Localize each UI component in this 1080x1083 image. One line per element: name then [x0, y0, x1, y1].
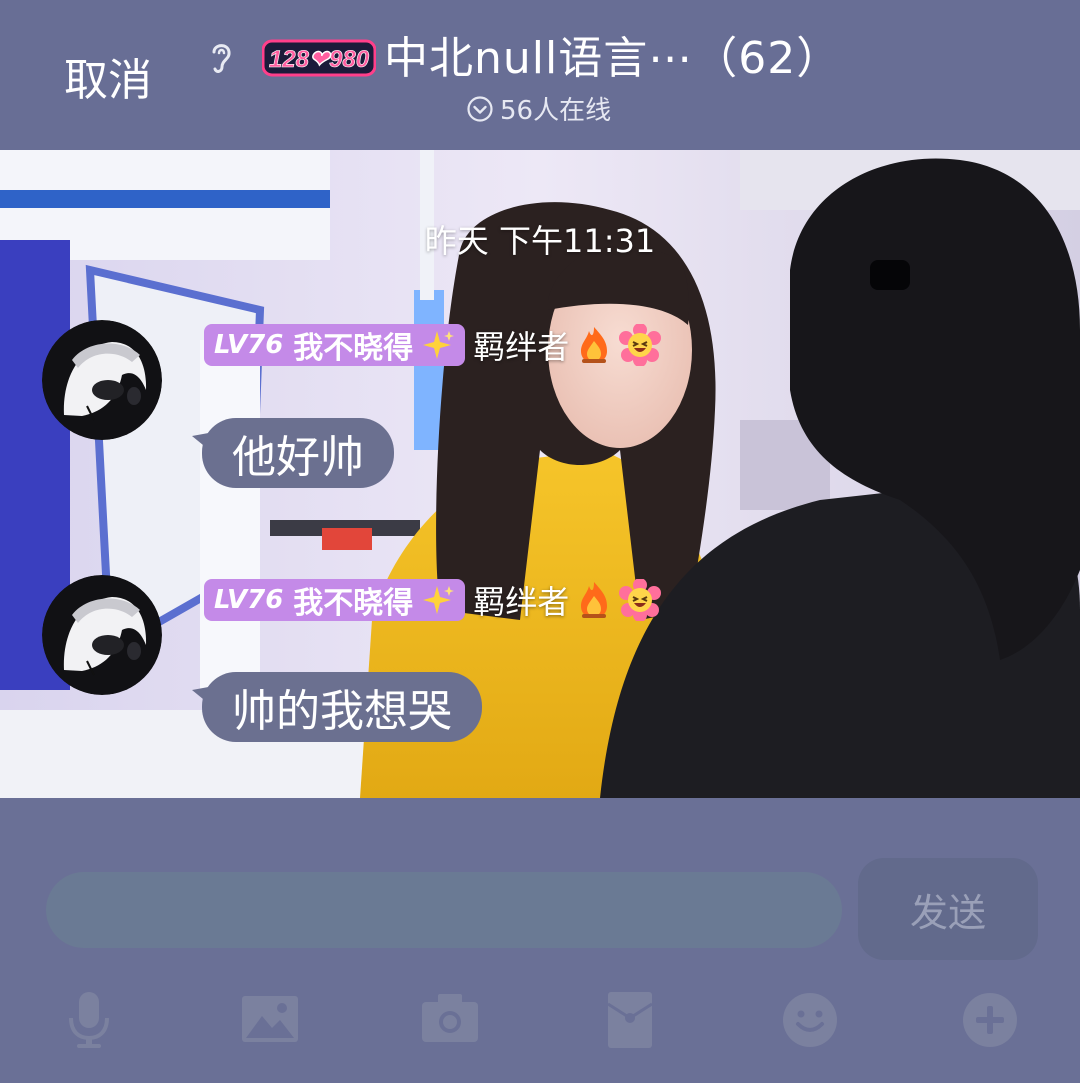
input-panel: 发送: [0, 798, 1080, 1083]
sender-avatar[interactable]: [42, 575, 162, 695]
member-title: 羁绊者: [473, 328, 570, 366]
camera-icon[interactable]: [420, 990, 480, 1050]
online-count: 56人在线: [500, 96, 612, 126]
message-timestamp: 昨天 下午11:31: [424, 222, 656, 260]
chat-message-area[interactable]: 昨天 下午11:31 LV76 我不晓得 羁绊者 他好帅 LV76 我不晓得 羁…: [0, 150, 1080, 798]
sender-info: LV76 我不晓得 羁绊者: [204, 577, 662, 623]
sparkle-icon: [423, 329, 455, 361]
message-input[interactable]: [46, 872, 842, 948]
message-bubble[interactable]: 他好帅: [202, 418, 394, 488]
svg-text:128❤980: 128❤980: [269, 46, 370, 73]
level-label: LV76: [214, 330, 284, 360]
plus-icon[interactable]: [960, 990, 1020, 1050]
level-label: LV76: [214, 585, 284, 615]
level-badge: LV76 我不晓得: [204, 578, 466, 622]
sparkle-icon: [423, 584, 455, 616]
message-text: 帅的我想哭: [232, 686, 452, 737]
red-packet-icon[interactable]: [600, 990, 660, 1050]
fire-icon: [577, 325, 611, 365]
send-label: 发送: [909, 890, 986, 935]
group-logo: 128❤980: [261, 38, 377, 78]
sender-nickname[interactable]: 我不晓得: [293, 323, 413, 367]
sender-info: LV76 我不晓得 羁绊者: [204, 322, 662, 368]
laughing-flower-icon: [619, 323, 662, 367]
level-badge: LV76 我不晓得: [204, 323, 466, 367]
cancel-button[interactable]: 取消: [64, 44, 152, 108]
ear-icon[interactable]: [206, 38, 236, 76]
microphone-icon[interactable]: [59, 990, 119, 1050]
sender-avatar[interactable]: [42, 320, 162, 440]
chat-header: 取消 128❤980 中北null语言⋯（62） 56人在线: [0, 0, 1080, 150]
send-button[interactable]: 发送: [858, 858, 1038, 960]
message-bubble[interactable]: 帅的我想哭: [202, 672, 482, 742]
online-status[interactable]: 56人在线: [466, 90, 611, 127]
fire-icon: [577, 580, 611, 620]
laughing-flower-icon: [619, 578, 662, 622]
message-text: 他好帅: [232, 432, 364, 483]
sender-nickname[interactable]: 我不晓得: [293, 578, 413, 622]
emoji-icon[interactable]: [780, 990, 840, 1050]
group-title[interactable]: 中北null语言⋯（62）: [384, 22, 841, 86]
image-icon[interactable]: [240, 990, 300, 1050]
chevron-circle-icon: [466, 95, 494, 123]
member-title: 羁绊者: [473, 583, 570, 621]
